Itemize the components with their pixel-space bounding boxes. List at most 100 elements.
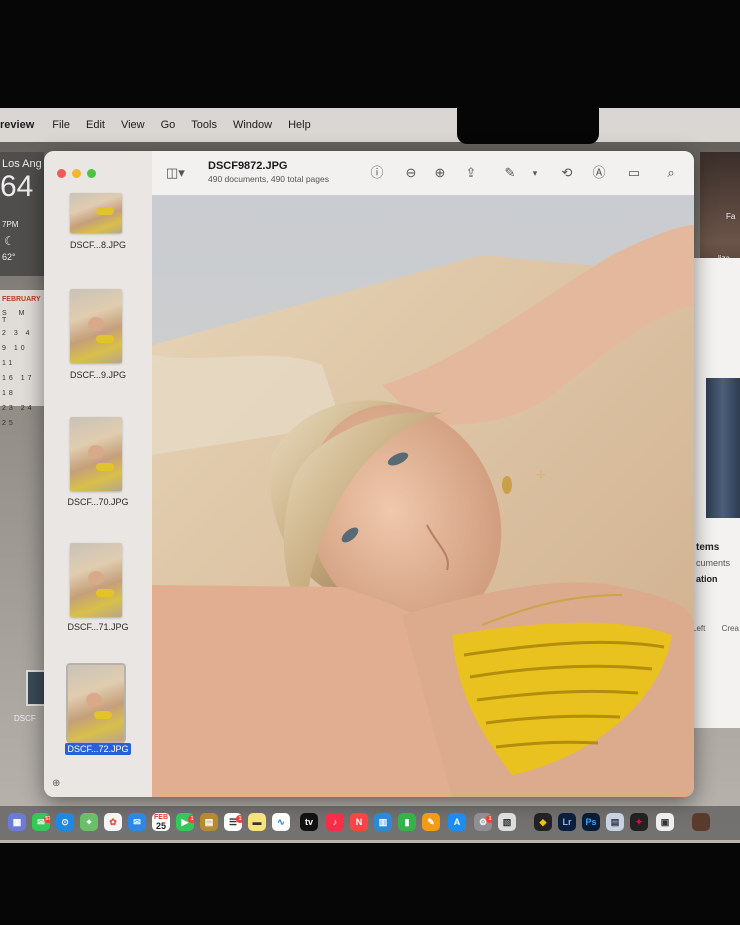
- thumbnail[interactable]: [70, 543, 122, 617]
- thumbnail-detail: [88, 571, 104, 585]
- thumbnail-label[interactable]: DSCF...8.JPG: [44, 240, 152, 250]
- menu-bar: review File Edit View Go Tools Window He…: [0, 108, 740, 142]
- highlight-icon[interactable]: ▭: [625, 165, 643, 181]
- menu-go[interactable]: Go: [161, 119, 176, 131]
- menu-file[interactable]: File: [52, 119, 70, 131]
- photos-icon[interactable]: ✿: [104, 813, 122, 831]
- mail-icon[interactable]: ✉: [128, 813, 146, 831]
- screen: Fa liza tems cuments ation Left Crea rev…: [0, 108, 740, 843]
- main-photo[interactable]: ✛: [152, 195, 694, 797]
- lightroom-icon[interactable]: Lr: [558, 813, 576, 831]
- calendar-days: 2 3 4 9 10 11 16 17 18 23 24 25: [2, 326, 44, 431]
- image-capture-icon[interactable]: ▣: [656, 813, 674, 831]
- notes-yellow-icon[interactable]: ▬: [248, 813, 266, 831]
- info-icon[interactable]: ⓘ: [368, 165, 386, 181]
- background-items-label: tems: [696, 542, 720, 553]
- menu-tools[interactable]: Tools: [191, 119, 217, 131]
- maps-icon[interactable]: ⌖: [80, 813, 98, 831]
- tv-icon[interactable]: tv: [300, 813, 318, 831]
- weather-time: 7PM: [2, 220, 19, 229]
- numbers-icon[interactable]: ▮: [398, 813, 416, 831]
- thumbnail-label[interactable]: DSCF...71.JPG: [44, 622, 152, 632]
- tv-label: tv: [304, 817, 313, 827]
- background-documents-label: cuments: [696, 558, 731, 568]
- freeform-icon[interactable]: ∿: [272, 813, 290, 831]
- thumbnail-sidebar: DSCF...8.JPG DSCF...9.JPG DSCF...70.JPG …: [44, 151, 153, 797]
- markup-pen-icon[interactable]: ✎: [501, 165, 519, 181]
- share-icon[interactable]: ⇪: [462, 165, 480, 181]
- thumbnail-label-selected[interactable]: DSCF...72.JPG: [44, 743, 152, 755]
- photo-earring: [502, 476, 512, 494]
- photoshop-label: Ps: [585, 817, 597, 827]
- reminders-icon[interactable]: ☰ 1: [224, 813, 242, 831]
- calendar-row: 2 3 4: [2, 330, 33, 337]
- news-icon[interactable]: N: [350, 813, 368, 831]
- zoom-out-icon[interactable]: ⊖: [402, 165, 420, 181]
- chevron-down-icon[interactable]: ▾: [526, 165, 544, 181]
- weather-low: 62°: [2, 252, 16, 262]
- thumbnail-detail: [96, 207, 114, 215]
- thumbnail-detail: [96, 589, 114, 597]
- messages-icon[interactable]: ✉ 57: [32, 813, 50, 831]
- camera-notch: [457, 108, 599, 144]
- thumbnail-detail: [94, 711, 112, 719]
- safari-icon[interactable]: ⊙: [56, 813, 74, 831]
- calendar-widget[interactable]: FEBRUARY S M T 2 3 4 9 10 11 16 17 18 23…: [0, 290, 44, 427]
- background-jeans-image: [706, 378, 740, 518]
- thumbnail[interactable]: [70, 193, 122, 233]
- launchpad-icon[interactable]: ▦: [8, 813, 26, 831]
- menu-help[interactable]: Help: [288, 119, 311, 131]
- calendar-row: 16 17 18: [2, 375, 35, 397]
- script-editor-icon[interactable]: ▧: [498, 813, 516, 831]
- thumbnail[interactable]: [70, 417, 122, 491]
- calendar-month: FEBRUARY: [2, 296, 41, 303]
- thumbnail-label-text: DSCF...72.JPG: [65, 743, 131, 755]
- document-subtitle: 490 documents, 490 total pages: [208, 174, 329, 184]
- settings-icon[interactable]: ⚙ 1: [474, 813, 492, 831]
- weather-city: Los Ang: [2, 158, 42, 170]
- davinci-resolve-icon[interactable]: ✦: [630, 813, 648, 831]
- zoom-in-icon[interactable]: ⊕: [431, 165, 449, 181]
- photo-illustration: ✛: [152, 195, 694, 797]
- annotate-icon[interactable]: Ⓐ: [590, 165, 608, 181]
- final-cut-icon[interactable]: ◆: [534, 813, 552, 831]
- pages-icon[interactable]: ✎: [422, 813, 440, 831]
- thumbnail-label[interactable]: DSCF...9.JPG: [44, 370, 152, 380]
- rotate-icon[interactable]: ⟲: [558, 165, 576, 181]
- minimize-button[interactable]: [72, 169, 81, 178]
- settings-badge: 1: [486, 815, 492, 823]
- sidebar-toggle-icon[interactable]: ◫▾: [166, 165, 185, 181]
- document-title: DSCF9872.JPG: [208, 160, 288, 172]
- thumbnail-selected[interactable]: [66, 663, 126, 743]
- background-footer-labels: Left Crea: [692, 624, 739, 633]
- photoshop-icon[interactable]: Ps: [582, 813, 600, 831]
- close-button[interactable]: [57, 169, 66, 178]
- downloads-stack-icon[interactable]: [692, 813, 710, 831]
- weather-widget[interactable]: Los Ang 64 7PM ☾ 62°: [0, 152, 44, 276]
- preview-toolbar: ◫▾ DSCF9872.JPG 490 documents, 490 total…: [152, 151, 694, 196]
- reminders-badge: 1: [236, 815, 242, 823]
- dock: ▦ ✉ 57 ⊙ ⌖ ✿ ✉ FEB 25 ▶ 1 ▤ ☰ 1 ▬ ∿ tv ♪ N ▥…: [0, 806, 740, 840]
- search-icon[interactable]: ⌕: [662, 165, 680, 181]
- cursor-crosshair-icon: ✛: [536, 468, 546, 482]
- facetime-badge: 1: [188, 815, 194, 823]
- menu-window[interactable]: Window: [233, 119, 272, 131]
- calendar-weekdays: S M T: [2, 310, 30, 324]
- keynote-icon[interactable]: ▥: [374, 813, 392, 831]
- menu-app-name[interactable]: review: [0, 119, 34, 131]
- background-finder-window[interactable]: tems cuments ation Left Crea: [690, 258, 740, 728]
- weather-temperature: 64: [0, 170, 34, 203]
- thumbnail[interactable]: [70, 289, 122, 363]
- thumbnail-label[interactable]: DSCF...70.JPG: [44, 497, 152, 507]
- facetime-icon[interactable]: ▶ 1: [176, 813, 194, 831]
- music-icon[interactable]: ♪: [326, 813, 344, 831]
- calendar-icon[interactable]: FEB 25: [152, 813, 170, 831]
- app-store-icon[interactable]: A: [448, 813, 466, 831]
- add-icon[interactable]: ⊕: [52, 778, 60, 789]
- fullscreen-button[interactable]: [87, 169, 96, 178]
- notes-icon[interactable]: ▤: [200, 813, 218, 831]
- menu-view[interactable]: View: [121, 119, 145, 131]
- preview-icon[interactable]: ▤: [606, 813, 624, 831]
- desktop-file-label[interactable]: DSCF: [14, 714, 36, 723]
- menu-edit[interactable]: Edit: [86, 119, 105, 131]
